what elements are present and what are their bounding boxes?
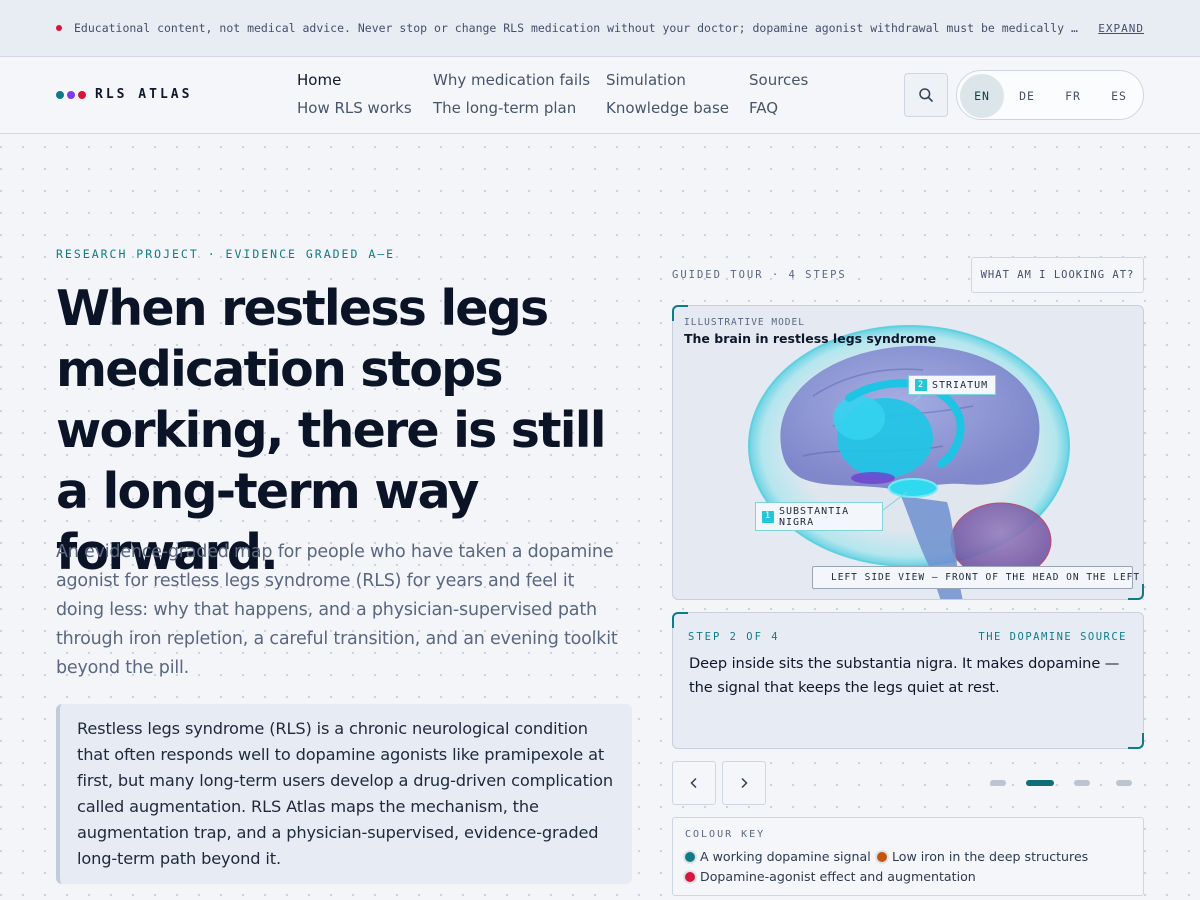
lang-fr[interactable]: FR bbox=[1051, 74, 1095, 118]
label-number: 1 bbox=[762, 510, 774, 523]
language-switcher: EN DE FR ES bbox=[956, 70, 1144, 120]
pager-dot-step-1[interactable] bbox=[990, 780, 1006, 786]
brand-name: RLS ATLAS bbox=[95, 87, 193, 102]
brain-illustration bbox=[748, 325, 1070, 599]
nav-faq[interactable]: FAQ bbox=[749, 99, 778, 117]
brain-model-viewer[interactable] bbox=[672, 305, 1144, 600]
red-swatch-icon bbox=[685, 871, 695, 882]
key-item-low-iron: Low iron in the deep structures bbox=[877, 849, 1088, 864]
step-card-corner bbox=[672, 612, 688, 628]
nav-simulation[interactable]: Simulation bbox=[606, 71, 686, 89]
prev-step-button[interactable] bbox=[672, 761, 716, 805]
hero-eyebrow: RESEARCH PROJECT · EVIDENCE GRADED A–E bbox=[56, 247, 396, 261]
step-counter: STEP 2 OF 4 bbox=[688, 631, 780, 643]
colour-key-title: COLOUR KEY bbox=[685, 829, 766, 840]
logo-dot-icon bbox=[67, 90, 75, 99]
nav-knowledge-base[interactable]: Knowledge base bbox=[606, 99, 729, 117]
guided-tour-label: GUIDED TOUR · 4 STEPS bbox=[672, 269, 847, 281]
key-item-label: A working dopamine signal bbox=[700, 849, 871, 864]
label-substantia-nigra[interactable]: 1 SUBSTANTIA NIGRA bbox=[755, 502, 883, 531]
label-text: SUBSTANTIA NIGRA bbox=[779, 505, 850, 528]
search-icon bbox=[919, 88, 933, 102]
disclaimer-banner: Educational content, not medical advice.… bbox=[0, 0, 1200, 57]
chevron-left-icon bbox=[690, 777, 697, 789]
hero-lede: An evidence-graded map for people who ha… bbox=[56, 542, 618, 678]
view-orientation-note: LEFT SIDE VIEW — FRONT OF THE HEAD ON TH… bbox=[812, 566, 1139, 589]
chevron-right-icon bbox=[741, 777, 748, 789]
teal-swatch-icon bbox=[685, 851, 695, 862]
viewer-title: The brain in restless legs syndrome bbox=[684, 331, 937, 346]
key-item-label: Low iron in the deep structures bbox=[892, 849, 1089, 864]
nav-home[interactable]: Home bbox=[297, 71, 341, 89]
summary-callout: Restless legs syndrome (RLS) is a chroni… bbox=[56, 704, 632, 884]
lang-de[interactable]: DE bbox=[1005, 74, 1049, 118]
logo-dot-icon bbox=[56, 90, 64, 99]
what-am-i-looking-at-button[interactable]: WHAT AM I LOOKING AT? bbox=[971, 257, 1144, 293]
logo[interactable]: RLS ATLAS bbox=[56, 87, 192, 102]
nav-long-term-plan[interactable]: The long-term plan bbox=[433, 99, 576, 117]
pager-dot-step-2[interactable] bbox=[1026, 780, 1054, 786]
nav-sources[interactable]: Sources bbox=[749, 71, 808, 89]
key-item-label: Dopamine-agonist effect and augmentation bbox=[700, 869, 976, 884]
label-text: STRIATUM bbox=[932, 379, 989, 391]
alert-dot-icon bbox=[56, 25, 62, 31]
orange-swatch-icon bbox=[877, 851, 887, 862]
step-card-corner bbox=[1128, 733, 1144, 749]
next-step-button[interactable] bbox=[722, 761, 766, 805]
nav-why-medication-fails[interactable]: Why medication fails bbox=[433, 71, 590, 89]
expand-disclaimer-button[interactable]: EXPAND bbox=[1098, 22, 1144, 35]
key-item-agonist-effect: Dopamine-agonist effect and augmentation bbox=[685, 869, 976, 884]
disclaimer-text: Educational content, not medical advice.… bbox=[74, 21, 1084, 35]
lang-es[interactable]: ES bbox=[1097, 74, 1141, 118]
pager-dot-step-4[interactable] bbox=[1116, 780, 1132, 786]
step-tag: THE DOPAMINE SOURCE bbox=[978, 631, 1127, 643]
logo-dot-icon bbox=[78, 90, 86, 99]
key-item-dopamine-signal: A working dopamine signal bbox=[685, 849, 871, 864]
view-orientation-text: LEFT SIDE VIEW — FRONT OF THE HEAD ON TH… bbox=[831, 572, 1141, 583]
pager-dot-step-3[interactable] bbox=[1074, 780, 1090, 786]
search-button[interactable] bbox=[904, 73, 948, 117]
viewer-kicker: ILLUSTRATIVE MODEL bbox=[684, 317, 805, 328]
lang-en[interactable]: EN bbox=[960, 74, 1004, 118]
label-number: 2 bbox=[915, 379, 927, 391]
nav-how-rls-works[interactable]: How RLS works bbox=[297, 99, 412, 117]
site-header: RLS ATLAS Home How RLS works Why medicat… bbox=[0, 57, 1200, 134]
label-striatum[interactable]: 2 STRIATUM bbox=[908, 375, 996, 395]
step-description: Deep inside sits the substantia nigra. I… bbox=[689, 655, 1120, 696]
